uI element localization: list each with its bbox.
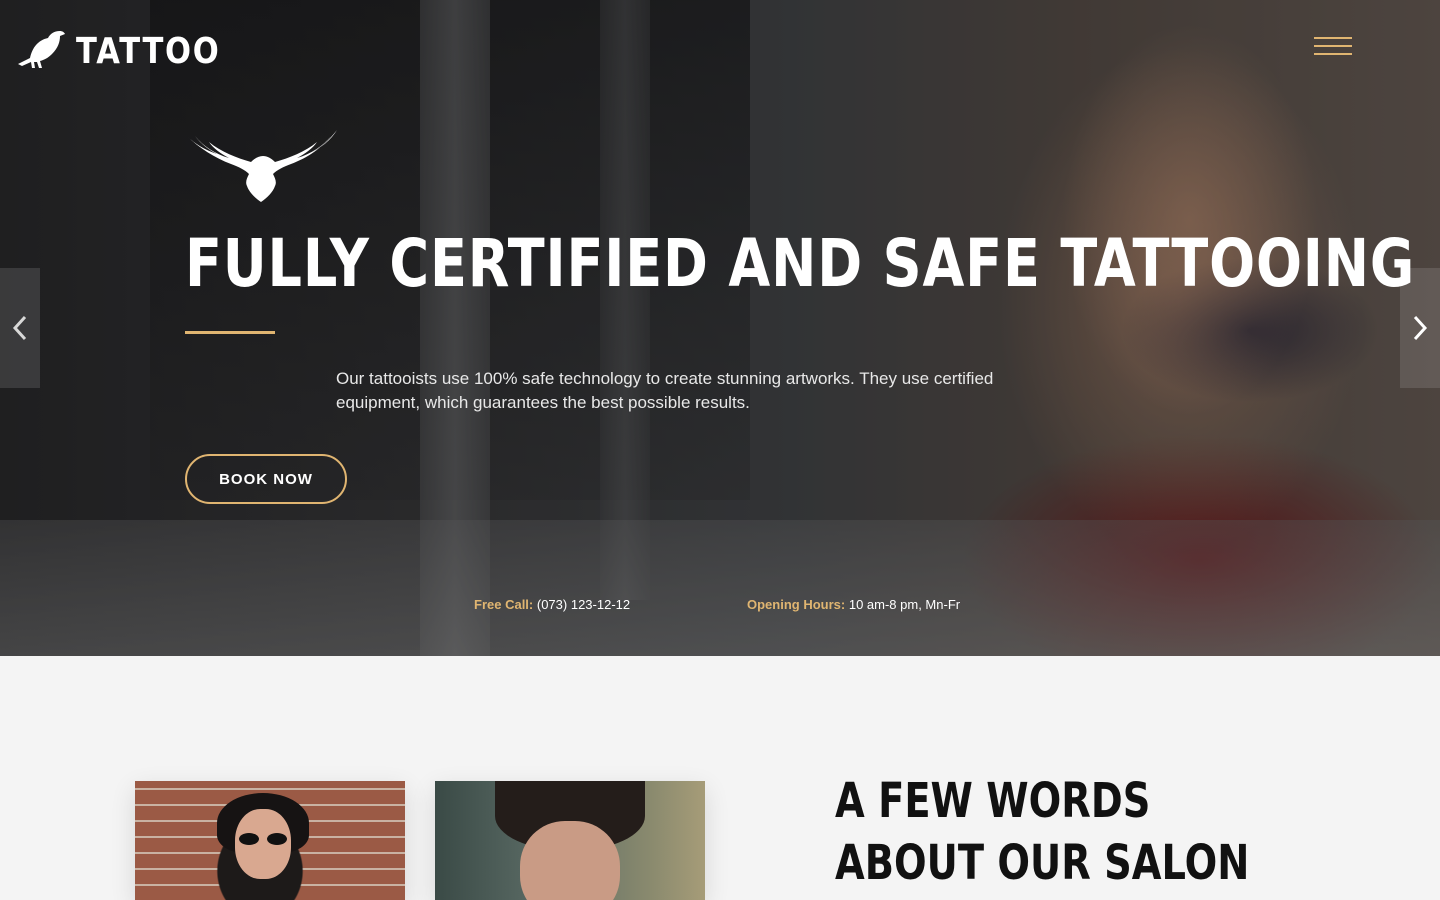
chevron-right-icon <box>1413 315 1428 341</box>
hero-slider: TATTOO FULLY CERTIFIED AND SAFE TATTOOIN… <box>0 0 1440 656</box>
about-photo-1 <box>135 781 405 900</box>
slider-prev-button[interactable] <box>0 268 40 388</box>
hero-divider <box>185 331 275 334</box>
opening-hours-label: Opening Hours: <box>747 597 846 612</box>
logo-text: TATTOO <box>76 31 221 72</box>
hero-overlay <box>0 0 1440 656</box>
hero-description: Our tattooists use 100% safe technology … <box>336 369 994 412</box>
chevron-left-icon <box>12 315 27 341</box>
about-title-line-2: ABOUT OUR SALON <box>835 835 1250 891</box>
about-title-line-1: A FEW WORDS <box>835 773 1151 829</box>
hamburger-menu-icon[interactable] <box>1314 34 1354 60</box>
site-logo[interactable]: TATTOO <box>16 28 246 75</box>
about-photo-2 <box>435 781 705 900</box>
raven-icon <box>16 28 66 75</box>
book-now-button[interactable]: BOOK NOW <box>185 454 347 504</box>
opening-hours-info: Opening Hours: 10 am-8 pm, Mn-Fr <box>747 597 960 612</box>
free-call-phone[interactable]: (073) 123-12-12 <box>537 597 630 612</box>
opening-hours-value: 10 am-8 pm, Mn-Fr <box>848 597 961 612</box>
free-call-info: Free Call: (073) 123-12-12 <box>474 597 630 612</box>
eagle-icon <box>185 126 339 211</box>
hero-title: FULLY CERTIFIED AND SAFE TATTOOING <box>185 225 1416 302</box>
about-title: A FEW WORDS ABOUT OUR SALON <box>835 770 1249 894</box>
free-call-label: Free Call: <box>474 597 534 612</box>
